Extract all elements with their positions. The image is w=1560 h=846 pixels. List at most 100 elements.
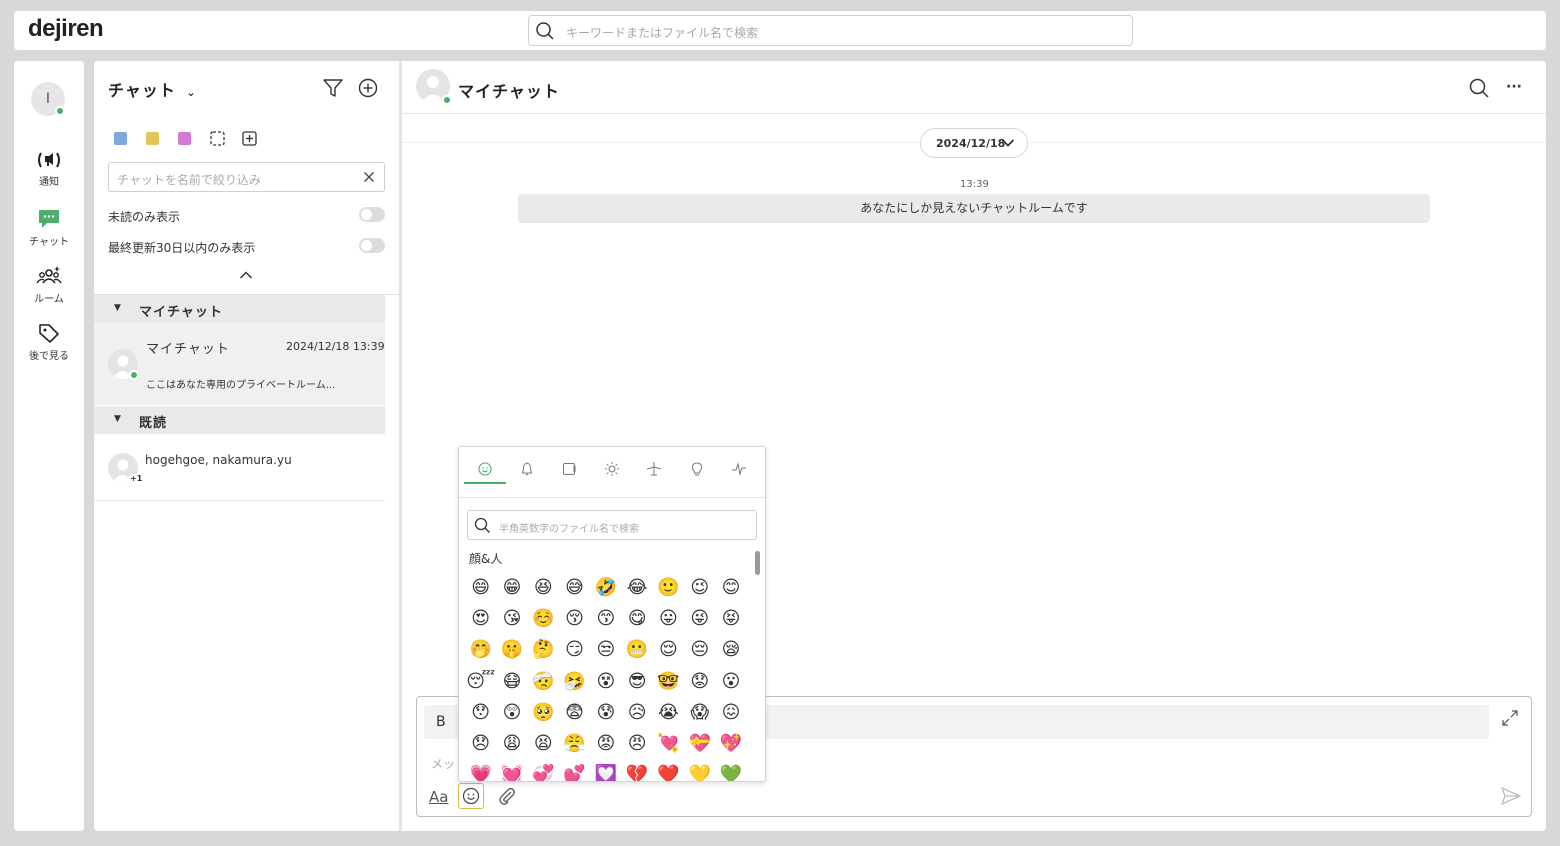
emoji-button[interactable]: 😯 <box>465 697 496 728</box>
emoji-button[interactable]: 🤓 <box>653 666 684 697</box>
emoji-button[interactable]: 😜 <box>684 603 715 634</box>
emoji-button[interactable]: 😂 <box>621 572 652 603</box>
tab-objects[interactable] <box>557 457 581 481</box>
recent-30days-toggle[interactable] <box>359 238 385 253</box>
filter-icon[interactable] <box>322 77 344 99</box>
emoji-button[interactable]: 😪 <box>715 634 746 665</box>
attachment-icon[interactable] <box>497 786 517 806</box>
emoji-button[interactable]: 💛 <box>684 759 715 781</box>
emoji-button[interactable]: 💚 <box>715 759 746 781</box>
emoji-button[interactable]: 😱 <box>684 697 715 728</box>
chat-list-title[interactable]: チャット ⌄ <box>108 77 197 101</box>
text-format-button[interactable]: Aa <box>429 788 448 806</box>
emoji-button[interactable]: 😅 <box>559 572 590 603</box>
emoji-button[interactable]: 😊 <box>715 572 746 603</box>
unread-only-toggle[interactable] <box>359 207 385 222</box>
emoji-button[interactable]: 😩 <box>496 728 527 759</box>
emoji-button[interactable]: 💕 <box>559 759 590 781</box>
tab-travel[interactable] <box>642 457 666 481</box>
emoji-button[interactable]: 😥 <box>621 697 652 728</box>
emoji-button[interactable]: 🤣 <box>590 572 621 603</box>
emoji-button[interactable]: 😭 <box>653 697 684 728</box>
emoji-button[interactable]: 😙 <box>590 603 621 634</box>
chat-name-filter-input[interactable]: チャットを名前で絞り込み <box>108 162 385 192</box>
emoji-button[interactable]: 😰 <box>590 697 621 728</box>
emoji-button[interactable]: 😆 <box>528 572 559 603</box>
emoji-button[interactable]: 🤔 <box>528 634 559 665</box>
emoji-button[interactable]: 😟 <box>684 666 715 697</box>
emoji-button[interactable]: 🥺 <box>528 697 559 728</box>
date-selector[interactable]: 2024/12/18 <box>920 128 1028 158</box>
color-filter-yellow[interactable] <box>146 132 159 145</box>
emoji-button[interactable]: 😬 <box>621 634 652 665</box>
emoji-button[interactable] <box>458 783 484 809</box>
emoji-button[interactable]: 💖 <box>715 728 746 759</box>
emoji-button[interactable]: 💓 <box>496 759 527 781</box>
emoji-button[interactable]: 😡 <box>590 728 621 759</box>
search-icon[interactable] <box>1468 77 1490 99</box>
emoji-button[interactable]: 😠 <box>621 728 652 759</box>
emoji-button[interactable]: 😮 <box>715 666 746 697</box>
dashed-square-icon[interactable] <box>210 131 225 146</box>
emoji-button[interactable]: 😚 <box>559 603 590 634</box>
chat-list-item-group[interactable]: +1 hogehgoe, nakamura.yu <box>94 435 385 501</box>
app-logo[interactable]: dejiren <box>28 15 104 43</box>
emoji-button[interactable]: 😲 <box>496 697 527 728</box>
expand-icon[interactable] <box>1501 709 1519 727</box>
emoji-button[interactable]: 😍 <box>465 603 496 634</box>
emoji-button[interactable]: 🤧 <box>559 666 590 697</box>
add-chat-icon[interactable] <box>357 77 379 99</box>
bold-button[interactable]: B <box>436 714 446 730</box>
emoji-button[interactable]: 😄 <box>465 572 496 603</box>
more-options-icon[interactable]: ··· <box>1506 77 1522 97</box>
emoji-button[interactable]: 💘 <box>653 728 684 759</box>
emoji-button[interactable]: 😎 <box>621 666 652 697</box>
emoji-button[interactable]: 😁 <box>496 572 527 603</box>
emoji-button[interactable]: 😉 <box>684 572 715 603</box>
emoji-button[interactable]: 🤫 <box>496 634 527 665</box>
add-color-filter-icon[interactable] <box>242 131 257 146</box>
emoji-button[interactable]: 🤕 <box>528 666 559 697</box>
emoji-button[interactable]: 😏 <box>559 634 590 665</box>
global-search-input[interactable]: キーワードまたはファイル名で検索 <box>528 15 1133 46</box>
emoji-button[interactable]: 💝 <box>684 728 715 759</box>
emoji-button[interactable]: 😞 <box>465 728 496 759</box>
emoji-button[interactable]: ❤️ <box>653 759 684 781</box>
tab-activity[interactable] <box>727 457 751 481</box>
emoji-button[interactable]: 😌 <box>653 634 684 665</box>
color-filter-pink[interactable] <box>178 132 191 145</box>
nav-item-rooms[interactable]: ルーム <box>14 265 84 305</box>
emoji-scrollbar[interactable] <box>755 551 760 575</box>
emoji-button[interactable]: 😖 <box>715 697 746 728</box>
tab-ideas[interactable] <box>685 457 709 481</box>
section-header-mychat[interactable]: ▼ マイチャット <box>94 295 385 323</box>
emoji-button[interactable]: 💗 <box>465 759 496 781</box>
emoji-button[interactable]: 🤭 <box>465 634 496 665</box>
emoji-button[interactable]: 😨 <box>559 697 590 728</box>
emoji-button[interactable]: 💞 <box>528 759 559 781</box>
emoji-button[interactable]: 💟 <box>590 759 621 781</box>
tab-smileys[interactable] <box>473 457 497 481</box>
emoji-button[interactable]: 😴 <box>465 666 496 697</box>
emoji-button[interactable]: 😷 <box>496 666 527 697</box>
emoji-button[interactable]: ☺️ <box>528 603 559 634</box>
tab-bell[interactable] <box>515 457 539 481</box>
emoji-button[interactable]: 😤 <box>559 728 590 759</box>
send-icon[interactable] <box>1500 786 1522 806</box>
emoji-button[interactable]: 💔 <box>621 759 652 781</box>
emoji-search-input[interactable]: 半角英数字のファイル名で検索 <box>467 510 757 540</box>
close-icon[interactable] <box>363 171 375 183</box>
emoji-button[interactable]: 😫 <box>528 728 559 759</box>
emoji-button[interactable]: 😔 <box>684 634 715 665</box>
color-filter-blue[interactable] <box>114 132 127 145</box>
emoji-button[interactable]: 😒 <box>590 634 621 665</box>
tab-nature[interactable] <box>600 457 624 481</box>
emoji-button[interactable]: 😵 <box>590 666 621 697</box>
emoji-button[interactable]: 😋 <box>621 603 652 634</box>
emoji-button[interactable]: 😛 <box>653 603 684 634</box>
section-header-read[interactable]: ▼ 既読 <box>94 406 385 434</box>
chat-list-item-mychat[interactable]: マイチャット 2024/12/18 13:39 ここはあなた専用のプライベートル… <box>94 323 385 405</box>
nav-item-chat[interactable]: チャット <box>14 208 84 248</box>
emoji-button[interactable]: 🙂 <box>653 572 684 603</box>
emoji-button[interactable]: 😘 <box>496 603 527 634</box>
